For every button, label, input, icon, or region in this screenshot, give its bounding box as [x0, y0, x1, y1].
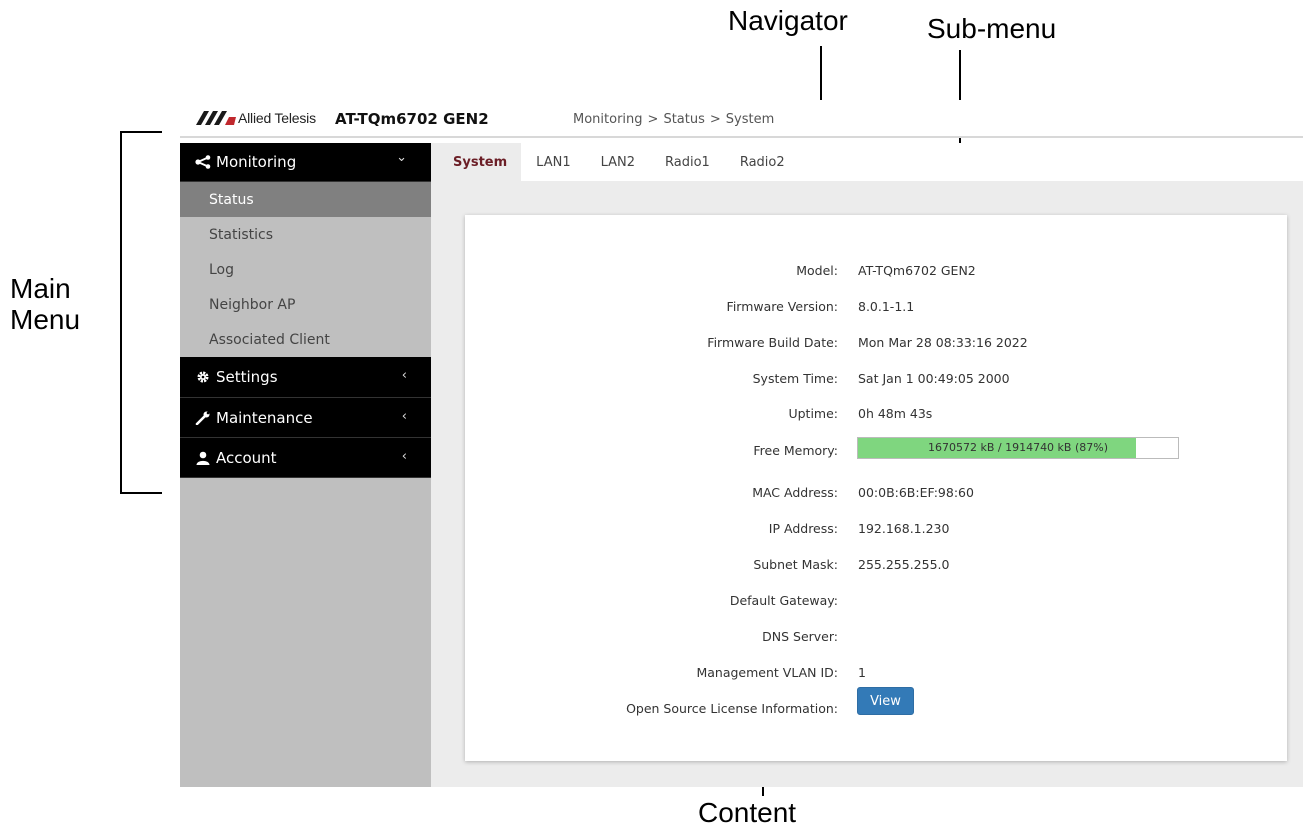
row-firmware-build-date: Firmware Build Date: Mon Mar 28 08:33:16…	[465, 335, 1287, 355]
brand-logo: Allied Telesis	[196, 110, 316, 126]
firmware-version-label: Firmware Version:	[726, 299, 838, 314]
row-management-vlan: Management VLAN ID: 1	[465, 665, 1287, 685]
menu-monitoring[interactable]: Monitoring ⌄	[180, 143, 431, 182]
breadcrumb-monitoring[interactable]: Monitoring	[573, 112, 643, 127]
subnet-mask-value: 255.255.255.0	[858, 557, 950, 572]
ip-address-label: IP Address:	[768, 521, 838, 536]
main-menu: Monitoring ⌄ Status Statistics Log Neigh…	[180, 143, 431, 787]
uptime-value: 0h 48m 43s	[858, 406, 933, 421]
row-dns-server: DNS Server:	[465, 629, 1287, 649]
row-model: Model: AT-TQm6702 GEN2	[465, 263, 1287, 283]
main-menu-bracket-top	[120, 131, 162, 133]
dns-server-label: DNS Server:	[762, 629, 838, 644]
main-menu-bracket-bottom	[120, 492, 162, 494]
tab-lan2[interactable]: LAN2	[586, 143, 650, 181]
submenu-item-associated-client[interactable]: Associated Client	[180, 322, 431, 357]
chevron-left-icon: ‹	[401, 409, 407, 424]
row-ip-address: IP Address: 192.168.1.230	[465, 521, 1287, 541]
free-memory-bar: 1670572 kB / 1914740 kB (87%)	[857, 437, 1179, 459]
management-vlan-value: 1	[858, 665, 866, 680]
share-icon	[194, 155, 212, 169]
menu-settings-label: Settings	[216, 368, 278, 386]
breadcrumb: Monitoring > Status > System	[573, 112, 774, 127]
annotation-main-menu-line2: Menu	[10, 303, 81, 335]
row-free-memory: Free Memory: 1670572 kB / 1914740 kB (87…	[465, 437, 1287, 463]
device-model-title: AT-TQm6702 GEN2	[335, 110, 489, 128]
row-uptime: Uptime: 0h 48m 43s	[465, 406, 1287, 426]
menu-account[interactable]: Account ‹	[180, 438, 431, 478]
row-system-time: System Time: Sat Jan 1 00:49:05 2000	[465, 371, 1287, 391]
user-icon	[194, 451, 212, 465]
gear-icon	[194, 370, 212, 384]
uptime-label: Uptime:	[788, 406, 838, 421]
system-status-panel: Model: AT-TQm6702 GEN2 Firmware Version:…	[465, 215, 1287, 761]
tab-lan1[interactable]: LAN1	[521, 143, 585, 181]
main-menu-bracket-vertical	[120, 131, 122, 494]
breadcrumb-separator: >	[709, 112, 721, 127]
chevron-left-icon: ‹	[401, 449, 407, 464]
submenu-item-log[interactable]: Log	[180, 252, 431, 287]
row-open-source-license: Open Source License Information: View	[465, 687, 1287, 721]
firmware-build-date-label: Firmware Build Date:	[707, 335, 838, 350]
firmware-version-value: 8.0.1-1.1	[858, 299, 915, 314]
submenu-item-statistics[interactable]: Statistics	[180, 217, 431, 252]
view-license-button[interactable]: View	[857, 687, 914, 715]
tab-radio2[interactable]: Radio2	[725, 143, 800, 181]
annotation-content: Content	[698, 797, 797, 828]
annotation-main-menu-line1: Main	[10, 273, 71, 304]
menu-monitoring-label: Monitoring	[216, 153, 297, 171]
breadcrumb-system: System	[725, 112, 775, 127]
open-source-license-label: Open Source License Information:	[626, 701, 838, 716]
mac-address-value: 00:0B:6B:EF:98:60	[858, 485, 974, 500]
annotation-navigator: Navigator	[728, 5, 848, 36]
breadcrumb-status[interactable]: Status	[663, 112, 704, 127]
free-memory-label: Free Memory:	[753, 443, 838, 458]
system-time-label: System Time:	[752, 371, 838, 386]
free-memory-value: 1670572 kB / 1914740 kB (87%)	[927, 441, 1109, 454]
wrench-icon	[194, 411, 212, 425]
chevron-left-icon: ‹	[401, 368, 407, 383]
model-value: AT-TQm6702 GEN2	[858, 263, 976, 278]
row-subnet-mask: Subnet Mask: 255.255.255.0	[465, 557, 1287, 577]
tab-radio1[interactable]: Radio1	[650, 143, 725, 181]
app-header: Allied Telesis AT-TQm6702 GEN2 Monitorin…	[180, 100, 1303, 138]
brand-name: Allied Telesis	[238, 110, 316, 126]
menu-maintenance[interactable]: Maintenance ‹	[180, 398, 431, 438]
system-time-value: Sat Jan 1 00:49:05 2000	[858, 371, 1010, 386]
menu-maintenance-label: Maintenance	[216, 408, 313, 427]
allied-telesis-logo-icon	[196, 111, 236, 125]
menu-account-label: Account	[216, 448, 277, 467]
mac-address-label: MAC Address:	[752, 485, 838, 500]
management-vlan-label: Management VLAN ID:	[696, 665, 838, 680]
submenu-tabs: System LAN1 LAN2 Radio1 Radio2	[431, 143, 1303, 181]
annotation-main-menu: Main Menu	[10, 273, 81, 336]
model-label: Model:	[796, 263, 838, 278]
submenu-item-neighbor-ap[interactable]: Neighbor AP	[180, 287, 431, 322]
row-firmware-version: Firmware Version: 8.0.1-1.1	[465, 299, 1287, 319]
breadcrumb-separator: >	[647, 112, 659, 127]
row-default-gateway: Default Gateway:	[465, 593, 1287, 613]
chevron-down-icon: ⌄	[396, 150, 407, 165]
submenu-item-status[interactable]: Status	[180, 182, 431, 217]
subnet-mask-label: Subnet Mask:	[753, 557, 838, 572]
firmware-build-date-value: Mon Mar 28 08:33:16 2022	[858, 335, 1028, 350]
row-mac-address: MAC Address: 00:0B:6B:EF:98:60	[465, 485, 1287, 505]
menu-settings[interactable]: Settings ‹	[180, 357, 431, 398]
default-gateway-label: Default Gateway:	[729, 593, 838, 608]
tab-system[interactable]: System	[431, 143, 522, 181]
ip-address-value: 192.168.1.230	[858, 521, 950, 536]
annotation-submenu: Sub-menu	[927, 13, 1057, 44]
